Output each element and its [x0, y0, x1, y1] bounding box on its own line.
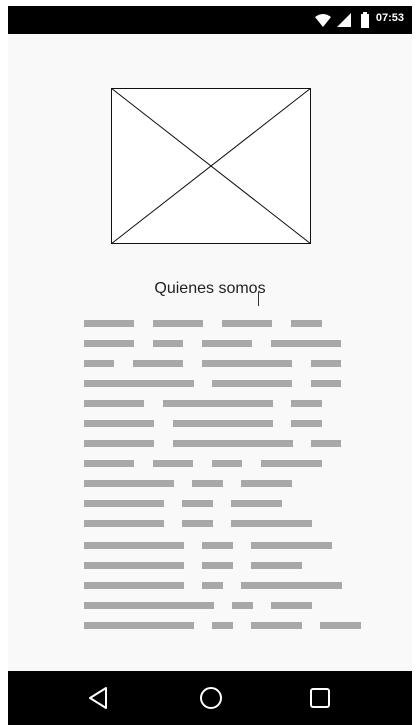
- text-line: [84, 420, 154, 427]
- app-screen: 07:53 Quienes somos: [8, 6, 412, 725]
- text-line: [202, 542, 233, 549]
- text-line: [222, 320, 272, 327]
- text-line: [84, 320, 134, 327]
- text-line: [231, 500, 282, 507]
- text-line: [320, 622, 361, 629]
- text-line: [251, 562, 302, 569]
- back-icon[interactable]: [84, 683, 114, 713]
- text-line: [251, 622, 302, 629]
- text-line: [153, 340, 183, 347]
- text-line: [182, 500, 213, 507]
- text-line: [241, 480, 292, 487]
- text-line: [291, 400, 322, 407]
- text-line: [84, 562, 184, 569]
- text-line: [291, 320, 322, 327]
- text-line: [271, 602, 312, 609]
- text-line: [84, 480, 174, 487]
- text-line: [311, 440, 341, 447]
- text-line: [261, 460, 322, 467]
- text-line: [84, 582, 184, 589]
- text-line: [202, 582, 223, 589]
- text-line: [271, 340, 341, 347]
- text-line: [84, 400, 144, 407]
- text-line: [84, 340, 134, 347]
- text-line: [231, 520, 312, 527]
- text-line: [163, 400, 273, 407]
- text-line: [212, 380, 292, 387]
- text-line: [84, 500, 164, 507]
- text-line: [311, 380, 341, 387]
- text-line: [212, 622, 233, 629]
- text-placeholder-block: [8, 6, 412, 725]
- text-line: [311, 360, 341, 367]
- text-line: [84, 542, 184, 549]
- text-line: [202, 360, 292, 367]
- text-line: [84, 360, 114, 367]
- text-line: [84, 520, 164, 527]
- text-line: [133, 360, 183, 367]
- navigation-bar: [8, 671, 412, 725]
- text-line: [251, 542, 332, 549]
- text-line: [84, 602, 214, 609]
- text-line: [84, 622, 194, 629]
- text-line: [192, 480, 223, 487]
- text-line: [173, 440, 293, 447]
- recents-icon[interactable]: [305, 683, 335, 713]
- text-line: [153, 320, 203, 327]
- text-line: [202, 562, 233, 569]
- text-line: [84, 440, 154, 447]
- text-line: [232, 602, 253, 609]
- home-icon[interactable]: [196, 683, 226, 713]
- text-line: [173, 420, 273, 427]
- text-line: [84, 380, 194, 387]
- text-line: [84, 460, 134, 467]
- text-line: [241, 582, 342, 589]
- text-line: [153, 460, 193, 467]
- text-line: [202, 340, 252, 347]
- text-line: [291, 420, 322, 427]
- text-line: [212, 460, 242, 467]
- text-line: [182, 520, 213, 527]
